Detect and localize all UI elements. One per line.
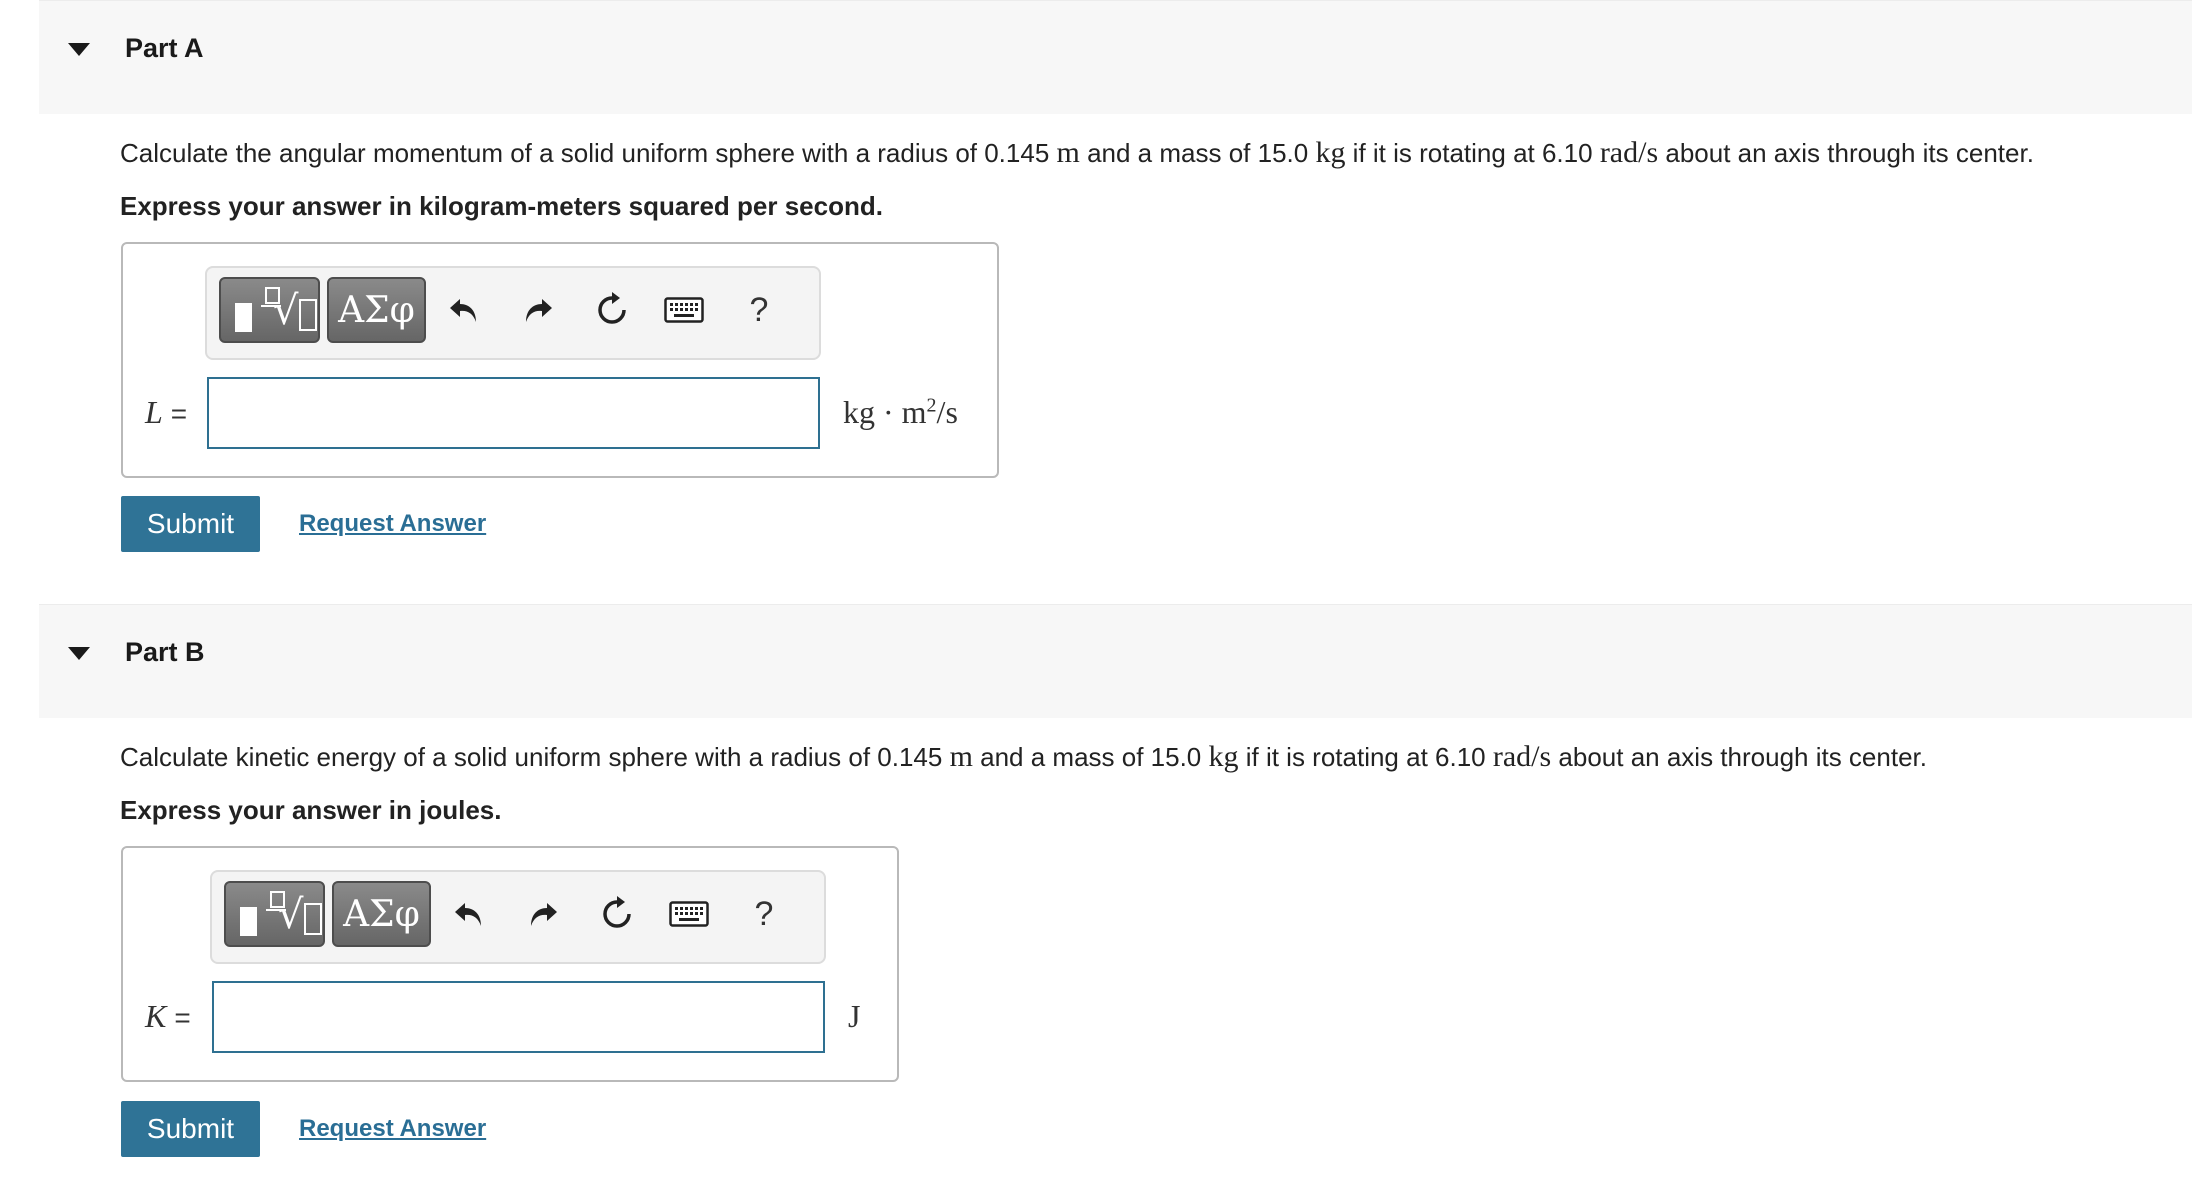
redo-icon[interactable] <box>513 285 563 335</box>
greek-letters-button[interactable]: ΑΣφ <box>327 277 426 343</box>
part-a-answer-box: √ ΑΣφ ? L = kg · m2/s <box>121 242 999 478</box>
redo-icon[interactable] <box>518 889 568 939</box>
keyboard-icon[interactable] <box>664 889 714 939</box>
part-b-answer-box: √ ΑΣφ ? K = J <box>121 846 899 1082</box>
part-a: Part A Calculate the angular momentum of… <box>0 0 2192 600</box>
sqrt-icon: √ <box>278 892 304 938</box>
request-answer-link[interactable]: Request Answer <box>299 510 486 538</box>
part-a-instruction: Express your answer in kilogram-meters s… <box>120 191 883 221</box>
submit-button[interactable]: Submit <box>121 496 260 552</box>
part-a-header[interactable]: Part A <box>39 0 2192 114</box>
unit-label: kg · m2/s <box>843 394 958 430</box>
variable-label: L = <box>145 394 188 430</box>
part-b-title: Part B <box>125 637 205 667</box>
answer-input[interactable] <box>207 377 820 449</box>
reset-icon[interactable] <box>587 285 637 335</box>
templates-button[interactable]: √ <box>219 277 320 343</box>
variable-label: K = <box>145 998 191 1034</box>
help-icon[interactable]: ? <box>739 889 789 939</box>
keyboard-icon[interactable] <box>659 285 709 335</box>
part-a-title: Part A <box>125 33 204 63</box>
answer-input[interactable] <box>212 981 825 1053</box>
collapse-caret-icon[interactable] <box>68 647 90 660</box>
reset-icon[interactable] <box>592 889 642 939</box>
undo-icon[interactable] <box>444 889 494 939</box>
part-b-instruction: Express your answer in joules. <box>120 795 502 825</box>
undo-icon[interactable] <box>439 285 489 335</box>
greek-letters-button[interactable]: ΑΣφ <box>332 881 431 947</box>
unit-label: J <box>848 998 861 1034</box>
submit-button[interactable]: Submit <box>121 1101 260 1157</box>
part-b-question: Calculate kinetic energy of a solid unif… <box>120 740 1927 773</box>
templates-button[interactable]: √ <box>224 881 325 947</box>
math-toolbar: √ ΑΣφ ? <box>205 266 821 360</box>
sqrt-icon: √ <box>273 288 299 334</box>
part-b-header[interactable]: Part B <box>39 604 2192 718</box>
part-a-question: Calculate the angular momentum of a soli… <box>120 136 2034 169</box>
collapse-caret-icon[interactable] <box>68 43 90 56</box>
part-b: Part B Calculate kinetic energy of a sol… <box>0 604 2192 1204</box>
math-toolbar: √ ΑΣφ ? <box>210 870 826 964</box>
help-icon[interactable]: ? <box>734 285 784 335</box>
request-answer-link[interactable]: Request Answer <box>299 1115 486 1143</box>
